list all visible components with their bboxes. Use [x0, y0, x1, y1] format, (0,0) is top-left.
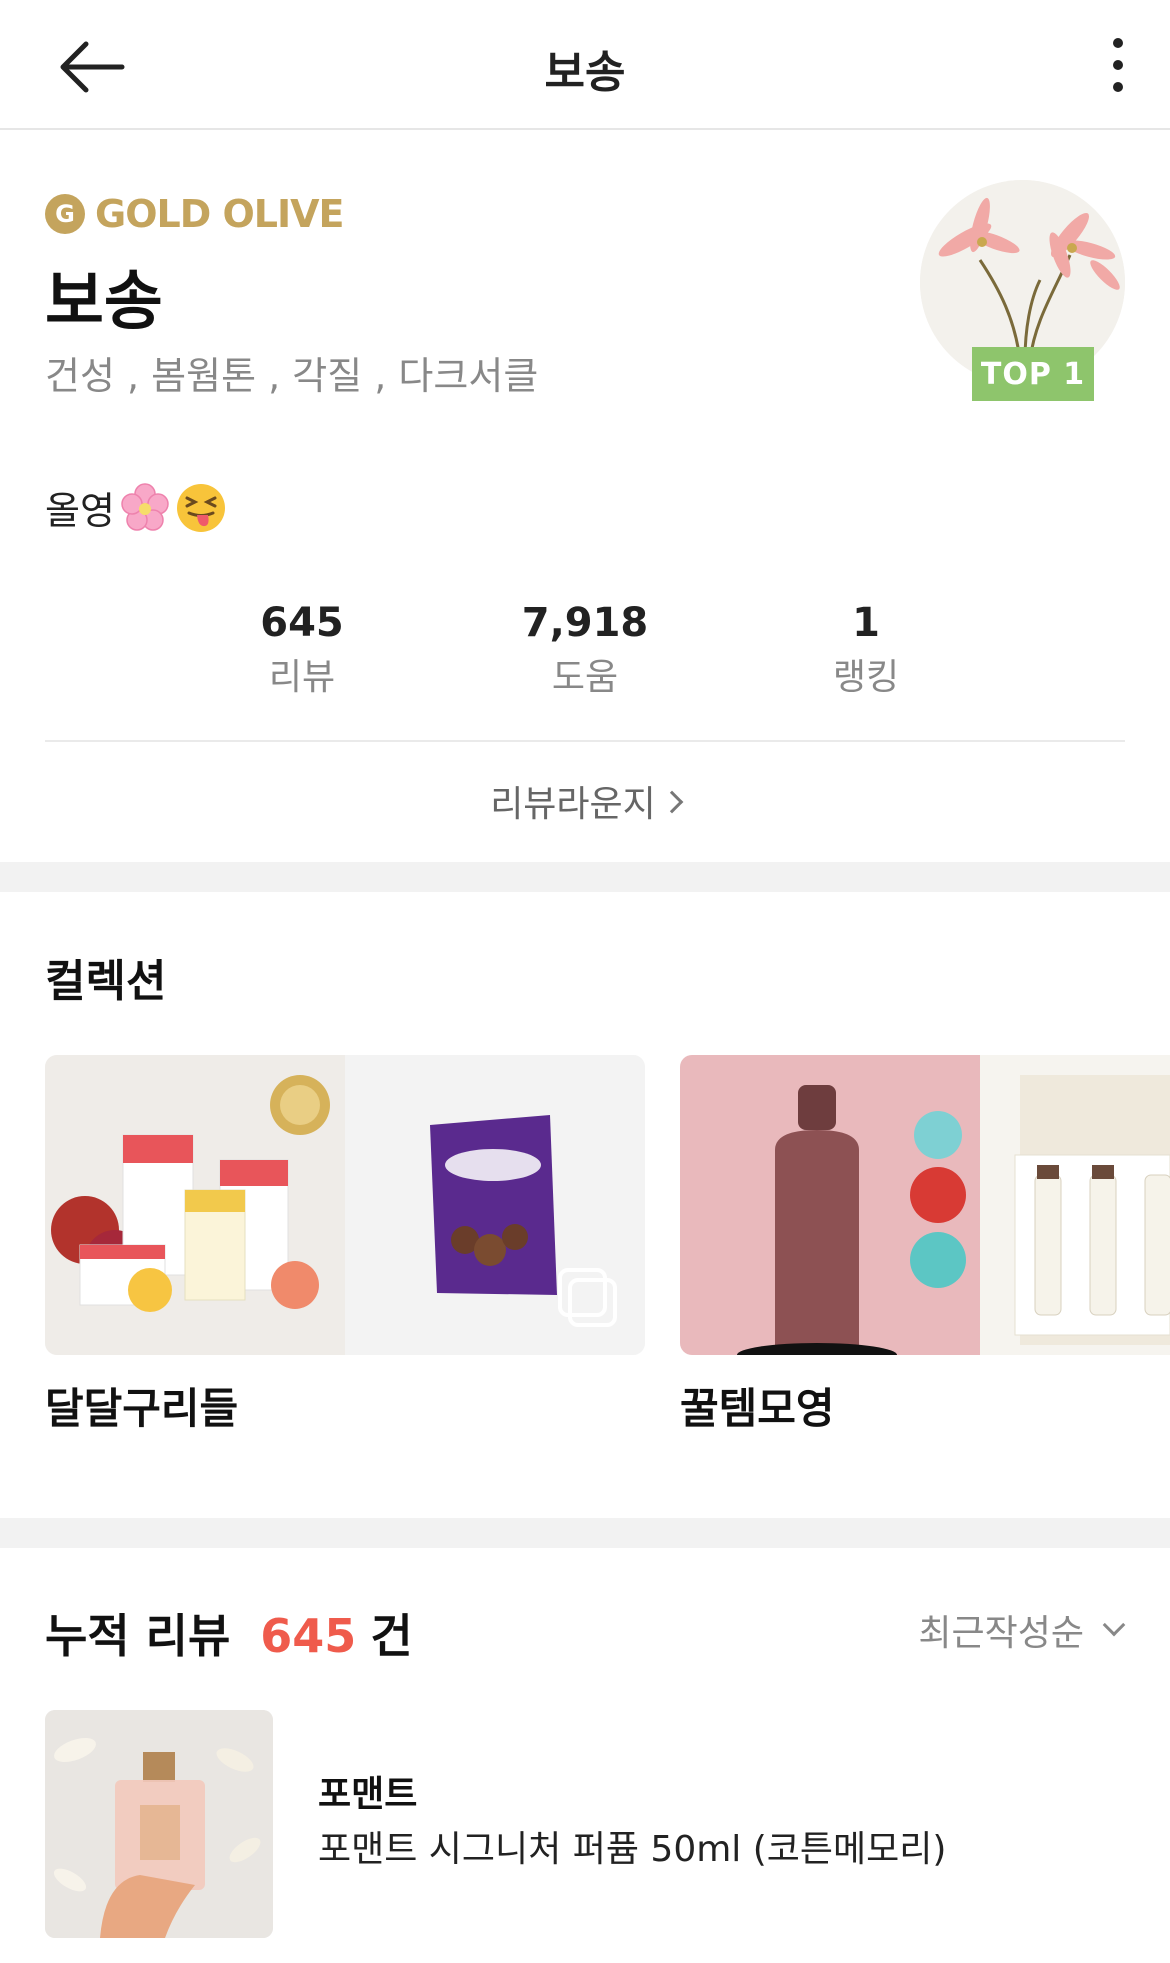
- chevron-down-icon: [1102, 1613, 1126, 1637]
- stat-value: 7,918: [521, 600, 649, 646]
- squinting-tongue-face-icon: [176, 483, 225, 532]
- collection-thumbnail: [680, 1055, 1170, 1355]
- sort-dropdown[interactable]: 최근작성순: [918, 1604, 1126, 1656]
- stat-ranking[interactable]: 1 랭킹: [766, 600, 966, 700]
- chevron-right-icon: [660, 790, 684, 814]
- skin-type-tags: 건성 , 봄웜톤 , 각질 , 다크서클: [45, 354, 539, 398]
- reviews-heading: 누적 리뷰 645 건: [45, 1600, 413, 1666]
- more-options-button[interactable]: [1106, 30, 1130, 100]
- ranking-badge: TOP 1: [972, 347, 1094, 401]
- reviews-count: 645: [260, 1609, 357, 1663]
- stat-label: 도움: [551, 657, 619, 698]
- collections-title: 컬렉션: [45, 956, 167, 1007]
- cherry-blossom-icon: [121, 482, 169, 531]
- stat-label: 랭킹: [832, 657, 900, 698]
- perfume-image: [45, 1710, 273, 1938]
- review-product-brand[interactable]: 포맨트: [318, 1765, 417, 1817]
- user-nickname: 보송: [45, 265, 163, 339]
- collection-name[interactable]: 달달구리들: [45, 1375, 238, 1436]
- collection-card-favorites[interactable]: [680, 1055, 1170, 1355]
- section-separator: [0, 862, 1170, 892]
- reviews-unit: 건: [370, 1609, 413, 1663]
- collection-thumbnail: [45, 1055, 645, 1355]
- stat-reviews[interactable]: 645 리뷰: [202, 600, 402, 700]
- profile-stats: 645 리뷰 7,918 도움 1 랭킹: [0, 600, 1170, 698]
- intro-text: 올영: [45, 489, 115, 533]
- membership-grade: G GOLD OLIVE: [45, 192, 345, 236]
- stat-helpful[interactable]: 7,918 도움: [485, 600, 685, 700]
- stat-value: 1: [852, 600, 880, 646]
- review-product-name[interactable]: 포맨트 시그니처 퍼퓸 50ml (코튼메모리): [318, 1820, 946, 1872]
- grade-label: GOLD OLIVE: [95, 192, 345, 236]
- divider: [45, 740, 1125, 742]
- review-lounge-label: 리뷰라운지: [490, 784, 656, 825]
- sort-label: 최근작성순: [918, 1613, 1084, 1654]
- page-title: 보송: [544, 47, 626, 98]
- stat-value: 645: [260, 600, 344, 646]
- section-separator: [0, 1518, 1170, 1548]
- product-thumbnail[interactable]: [45, 1710, 273, 1938]
- grade-icon: G: [45, 194, 85, 234]
- collection-name[interactable]: 꿀템모영: [680, 1375, 835, 1436]
- collection-card-sweets[interactable]: [45, 1055, 645, 1355]
- profile-intro: 올영: [45, 480, 227, 535]
- review-lounge-link[interactable]: 리뷰라운지: [0, 775, 1170, 827]
- top-app-bar: 보송: [0, 0, 1170, 130]
- stat-label: 리뷰: [268, 657, 336, 698]
- reviews-title: 누적 리뷰: [45, 1609, 231, 1663]
- more-vertical-icon: [1113, 38, 1123, 48]
